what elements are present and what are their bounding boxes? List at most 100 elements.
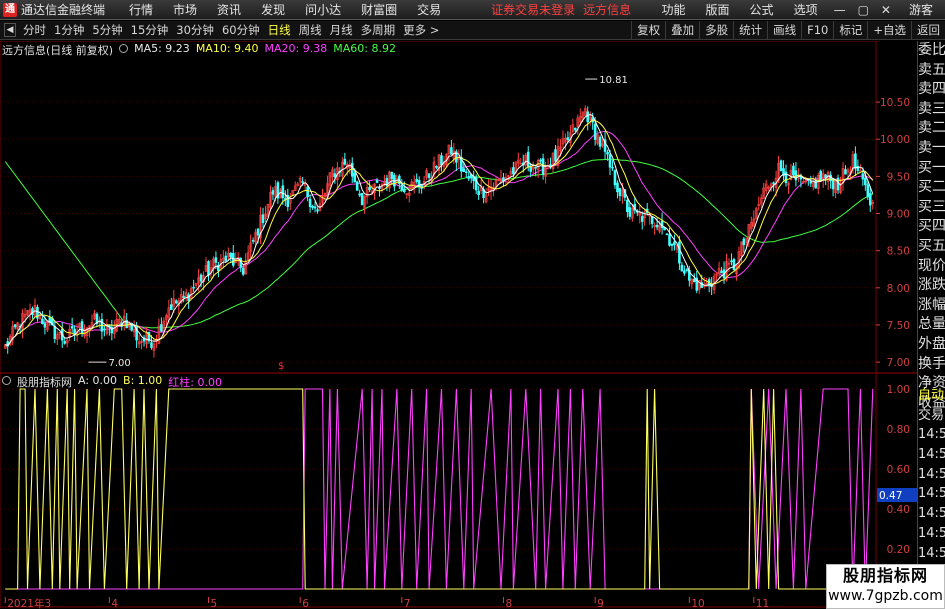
menu-bar: 通 通达信金融终端 行情 市场 资讯 发现 问小达 财富圈 交易 证券交易未登录… bbox=[0, 0, 945, 20]
auto-toggle[interactable]: 自动 bbox=[918, 386, 945, 406]
date-tick-label: 10 bbox=[691, 598, 704, 609]
toggle-left-icon[interactable]: ◀ bbox=[4, 23, 16, 37]
period-multi[interactable]: 多周期 bbox=[357, 22, 400, 38]
button-fuquan[interactable]: 复权 bbox=[631, 20, 665, 40]
button-huaxian[interactable]: 画线 bbox=[767, 20, 801, 40]
menu-item-gongshi[interactable]: 公式 bbox=[740, 1, 784, 18]
side-label: 现价 bbox=[918, 257, 945, 274]
menu-item-zixun[interactable]: 资讯 bbox=[207, 1, 251, 18]
candle-body bbox=[628, 207, 632, 217]
minimize-icon[interactable]: — bbox=[828, 3, 852, 17]
period-5min[interactable]: 5分钟 bbox=[88, 22, 126, 38]
candle-body bbox=[214, 257, 218, 263]
stock-title[interactable]: 远方信息(日线 前复权) bbox=[2, 42, 113, 57]
candle-body bbox=[199, 274, 203, 282]
candle-body bbox=[836, 177, 840, 191]
indicator-settings-icon[interactable] bbox=[2, 376, 11, 385]
button-biaoji[interactable]: 标记 bbox=[833, 20, 867, 40]
guest-account[interactable]: 游客 bbox=[897, 1, 945, 18]
candle-body bbox=[859, 170, 862, 172]
menu-item-xuanxiang[interactable]: 选项 bbox=[784, 1, 828, 18]
watermark-title: 股朋指标网 bbox=[842, 566, 928, 585]
candle-body bbox=[306, 186, 309, 198]
quote-side-panel: 委比 卖五 卖四 卖三 卖二 卖一 买一 买二 买三 买四 买五 现价 涨跌 涨幅 总量 外盘 换手 净资 收益 自… bbox=[917, 41, 945, 609]
candle-body bbox=[673, 241, 676, 246]
period-monthly[interactable]: 月线 bbox=[326, 22, 357, 38]
kline-chart[interactable]: 7.00 7.50 8.00 8.50 9.00 9.50 10.00 10.50 10.81… bbox=[0, 41, 917, 609]
candle-body bbox=[692, 278, 696, 283]
candle-body bbox=[772, 182, 775, 185]
app-logo: 通 bbox=[3, 2, 17, 17]
menu-item-faxian[interactable]: 发现 bbox=[251, 1, 295, 18]
period-1min[interactable]: 1分钟 bbox=[50, 22, 88, 38]
button-f10[interactable]: F10 bbox=[801, 20, 833, 40]
button-add-watchlist[interactable]: +自选 bbox=[867, 20, 911, 40]
candle-body bbox=[864, 177, 867, 186]
side-label: 外盘 bbox=[918, 335, 945, 352]
candle-body bbox=[311, 206, 314, 208]
side-label: 总量 bbox=[918, 316, 945, 333]
period-30min[interactable]: 30分钟 bbox=[172, 22, 218, 38]
side-label: 委比 bbox=[918, 42, 945, 58]
candle-body bbox=[271, 190, 275, 195]
candle-body bbox=[343, 159, 347, 165]
candle-body bbox=[360, 192, 364, 206]
candle-body bbox=[435, 165, 438, 168]
login-notice-link[interactable]: 证券交易未登录 bbox=[491, 1, 575, 18]
candle-body bbox=[650, 216, 654, 224]
trade-time: 14:56 bbox=[918, 545, 945, 561]
menu-item-hangqing[interactable]: 行情 bbox=[119, 1, 163, 18]
candle-body bbox=[683, 270, 686, 274]
candle-body bbox=[779, 160, 783, 172]
candle-body bbox=[678, 241, 681, 264]
high-label: 10.81 bbox=[599, 75, 628, 86]
signal-a-line bbox=[5, 388, 873, 590]
button-duogu[interactable]: 多股 bbox=[699, 20, 733, 40]
menu-item-jiaoyi[interactable]: 交易 bbox=[407, 1, 451, 18]
legend-b: B: 1.00 bbox=[123, 374, 163, 387]
period-weekly[interactable]: 周线 bbox=[295, 22, 326, 38]
period-more[interactable]: 更多 > bbox=[399, 22, 443, 38]
period-fenshi[interactable]: 分时 bbox=[19, 22, 50, 38]
candle-body bbox=[720, 270, 723, 274]
candle-body bbox=[308, 198, 312, 208]
menu-item-caifuquan[interactable]: 财富圈 bbox=[351, 1, 407, 18]
menu-item-gongneng[interactable]: 功能 bbox=[652, 1, 696, 18]
side-label: 涨幅 bbox=[918, 296, 945, 313]
candle-body bbox=[616, 182, 619, 193]
date-tick-label: 2021年3 bbox=[7, 597, 51, 609]
sub-tick-label: 1.00 bbox=[887, 384, 910, 396]
candle-body bbox=[742, 238, 746, 246]
candle-body bbox=[467, 176, 471, 179]
button-diejia[interactable]: 叠加 bbox=[665, 20, 699, 40]
event-marker: $ bbox=[278, 361, 284, 372]
close-icon[interactable]: ✕ bbox=[875, 3, 897, 17]
candle-body bbox=[358, 193, 361, 196]
button-back[interactable]: 返回 bbox=[911, 20, 945, 40]
period-daily[interactable]: 日线 bbox=[264, 22, 295, 38]
menu-item-wenxiaoda[interactable]: 问小达 bbox=[295, 1, 351, 18]
side-label: 涨跌 bbox=[918, 277, 945, 294]
indicator-name[interactable]: 股朋指标网 bbox=[17, 374, 72, 389]
candle-body bbox=[792, 165, 795, 176]
stock-name-link[interactable]: 远方信息 bbox=[583, 1, 631, 18]
candle-body bbox=[261, 214, 265, 224]
candle-body bbox=[730, 260, 733, 263]
trade-time: 14:56 bbox=[918, 427, 945, 443]
menu-item-shichang[interactable]: 市场 bbox=[163, 1, 207, 18]
candle-body bbox=[861, 173, 865, 180]
button-tongji[interactable]: 统计 bbox=[733, 20, 767, 40]
menu-item-banmian[interactable]: 版面 bbox=[696, 1, 740, 18]
maximize-icon[interactable]: ▢ bbox=[852, 3, 875, 17]
candle-body bbox=[814, 180, 818, 189]
sub-tick-label: 0.80 bbox=[887, 424, 910, 436]
settings-dot-icon[interactable] bbox=[119, 44, 129, 53]
trade-time: 14:56 bbox=[918, 447, 945, 463]
candle-body bbox=[402, 188, 406, 192]
candle-body bbox=[611, 166, 614, 169]
candle-body bbox=[680, 264, 684, 272]
period-60min[interactable]: 60分钟 bbox=[218, 22, 264, 38]
candle-body bbox=[784, 171, 788, 183]
candle-body bbox=[355, 181, 359, 191]
period-15min[interactable]: 15分钟 bbox=[127, 22, 173, 38]
